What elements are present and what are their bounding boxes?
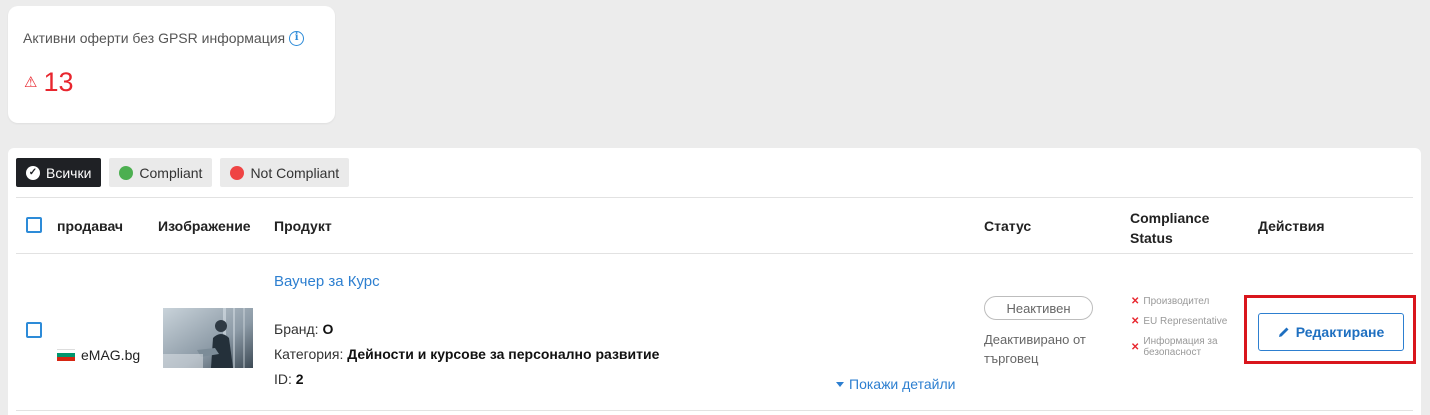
- compliance-issue-label: Информация за безопасност: [1143, 336, 1218, 358]
- x-icon: ✕: [1131, 296, 1140, 307]
- x-icon: ✕: [1131, 342, 1140, 353]
- status-badge: Неактивен: [984, 296, 1093, 320]
- header-actions: Действия: [1258, 218, 1325, 234]
- offers-panel: ✓ Всички Compliant Not Compliant продава…: [8, 148, 1421, 415]
- product-id: ID: 2: [274, 371, 304, 387]
- x-icon: ✕: [1131, 316, 1140, 327]
- category-label: Категория:: [274, 346, 344, 362]
- info-icon[interactable]: i: [289, 30, 305, 46]
- id-label: ID:: [274, 371, 292, 387]
- row-divider: [16, 410, 1413, 411]
- gpsr-stat-card: Активни оферти без GPSR информация i ⚠ 1…: [8, 6, 335, 123]
- edit-button-label: Редактиране: [1295, 324, 1385, 340]
- warning-icon: ⚠: [24, 74, 38, 91]
- compliance-issue-label: EU Representative: [1143, 316, 1228, 327]
- edit-button[interactable]: Редактиране: [1258, 313, 1404, 351]
- stat-value: ⚠ 13: [24, 67, 74, 98]
- header-image: Изображение: [158, 218, 251, 234]
- product-title-link[interactable]: Ваучер за Курс: [274, 273, 380, 290]
- filter-compliant-label: Compliant: [139, 164, 203, 181]
- pencil-icon: [1278, 327, 1289, 337]
- compliance-issue-label: Производител: [1143, 296, 1210, 307]
- filter-all[interactable]: ✓ Всички: [16, 158, 102, 187]
- product-image: [163, 308, 253, 368]
- brand-label: Бранд:: [274, 321, 319, 337]
- show-details-link[interactable]: Покажи детайли: [836, 376, 955, 392]
- stat-count: 13: [43, 67, 74, 97]
- stat-title-text: Активни оферти без GPSR информация: [23, 30, 286, 46]
- header-status: Статус: [984, 218, 1032, 234]
- filter-compliant[interactable]: Compliant: [109, 158, 213, 187]
- filter-divider: [16, 197, 1413, 198]
- compliance-issue: ✕ EU Representative: [1131, 316, 1227, 327]
- filter-all-label: Всички: [46, 164, 92, 181]
- header-compliance-line2: Status: [1130, 230, 1173, 246]
- seller-name: eMAG.bg: [81, 347, 141, 363]
- caret-down-icon: [836, 381, 844, 387]
- header-compliance-line1: Compliance: [1130, 210, 1210, 226]
- stat-title: Активни оферти без GPSR информация i: [23, 30, 305, 46]
- red-dot-icon: [230, 165, 245, 180]
- seller-cell: eMAG.bg: [57, 347, 140, 363]
- filter-bar: ✓ Всички Compliant Not Compliant: [16, 158, 350, 187]
- brand-value: O: [322, 321, 334, 337]
- row-checkbox[interactable]: [26, 322, 42, 338]
- filter-not-compliant-label: Not Compliant: [250, 164, 340, 181]
- product-brand: Бранд: O: [274, 321, 333, 337]
- id-value: 2: [295, 371, 304, 387]
- product-category: Категория: Дейности и курсове за персона…: [274, 346, 659, 362]
- status-reason: Деактивирано от търговец: [984, 332, 1086, 366]
- header-compliance-status: Compliance Status: [1130, 208, 1209, 248]
- select-all-checkbox[interactable]: [26, 217, 42, 233]
- header-divider: [16, 253, 1413, 254]
- compliance-issue: ✕ Информация за безопасност: [1131, 336, 1223, 358]
- show-details-label: Покажи детайли: [849, 376, 956, 392]
- product-thumbnail[interactable]: [163, 308, 253, 368]
- check-circle-icon: ✓: [26, 165, 40, 180]
- filter-not-compliant[interactable]: Not Compliant: [220, 158, 350, 187]
- category-value: Дейности и курсове за персонално развити…: [347, 346, 660, 362]
- bulgaria-flag-icon: [57, 349, 75, 361]
- header-product: Продукт: [274, 218, 332, 234]
- green-dot-icon: [119, 165, 134, 180]
- compliance-issue: ✕ Производител: [1131, 296, 1209, 307]
- header-seller: продавач: [57, 218, 124, 234]
